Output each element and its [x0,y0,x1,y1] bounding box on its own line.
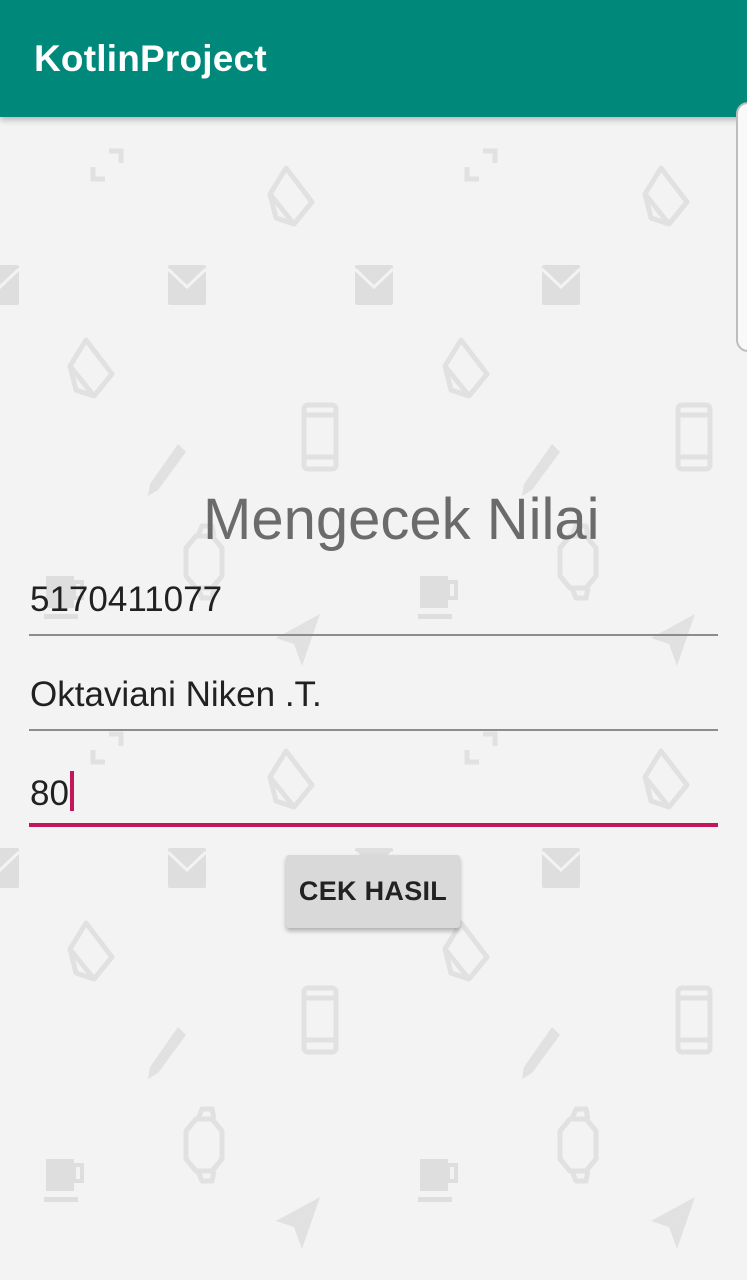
name-field[interactable]: Oktaviani Niken .T. [29,671,718,731]
score-field-underline [29,823,718,827]
app-title: KotlinProject [34,38,267,79]
cek-hasil-button[interactable]: CEK HASIL [286,855,460,928]
name-field-underline [29,729,718,731]
nim-field-underline [29,634,718,636]
score-field-text: 80 [30,771,74,814]
app-bar: KotlinProject [0,0,747,117]
edge-panel-handle[interactable] [736,102,747,352]
nim-field[interactable]: 5170411077 [29,576,718,636]
nim-field-value: 5170411077 [30,580,223,619]
text-cursor [69,771,74,811]
page-heading: Mengecek Nilai [203,487,600,552]
score-field[interactable]: 80 [29,767,718,827]
name-field-value: Oktaviani Niken .T. [30,675,322,714]
score-field-value: 80 [30,774,69,813]
